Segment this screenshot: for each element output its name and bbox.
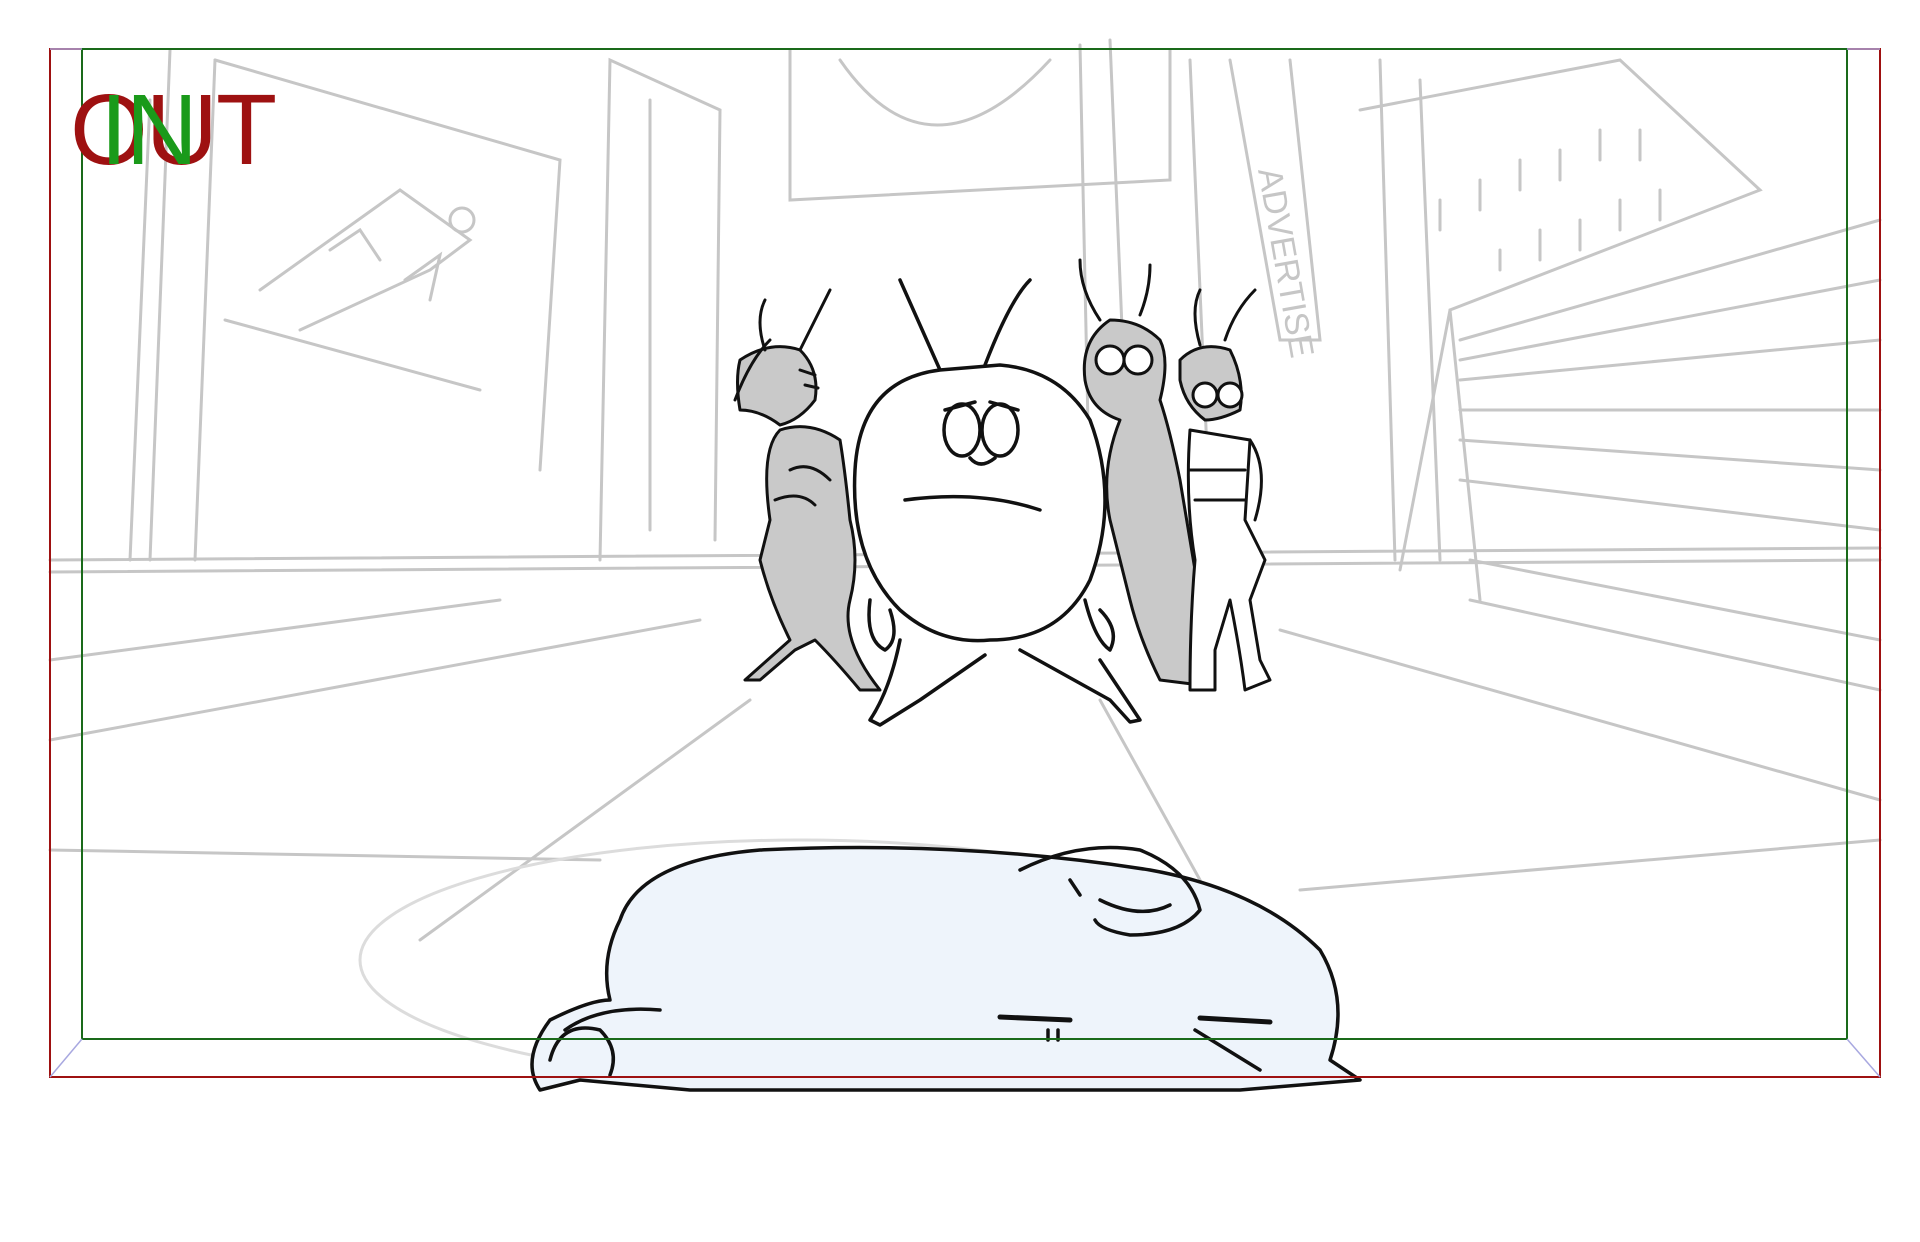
- foreground-character-head: [530, 845, 1362, 1092]
- storyboard-panel: ADVERTISE OUT IN: [0, 0, 1920, 1242]
- in-frame-label: IN: [100, 74, 198, 186]
- storyboard-drawing: ADVERTISE: [48, 38, 1882, 1092]
- frame-corner-guide: [1846, 1038, 1881, 1078]
- frame-corner-guide: [49, 1038, 83, 1078]
